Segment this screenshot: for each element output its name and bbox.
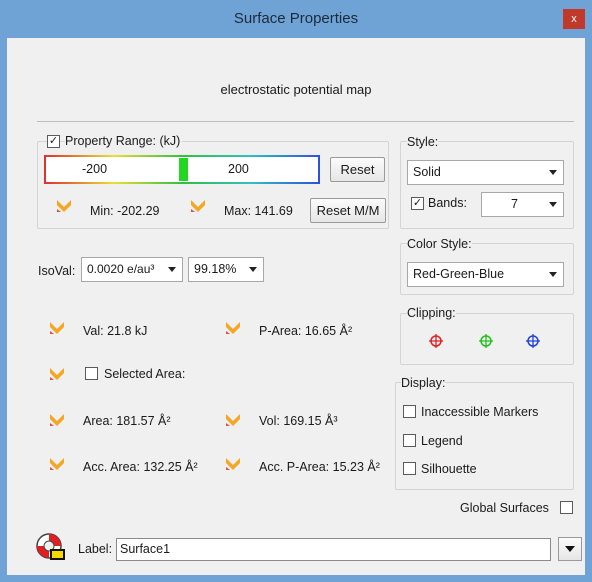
orange-arrow-icon[interactable] [49,412,65,428]
property-range-label: Property Range: (kJ) [65,134,183,148]
property-range-checkbox[interactable]: ✓ [47,135,60,148]
legend-label: Legend [421,434,463,448]
label-menu-button[interactable] [558,537,582,561]
area-text: Area: 181.57 Å² [83,414,171,428]
chevron-down-icon [549,170,557,175]
surface-type-label: electrostatic potential map [220,82,372,97]
max-value: 200 [228,162,249,176]
selected-area-checkbox[interactable] [85,367,98,380]
isoval-value: 0.0020 e/au³ [87,262,155,276]
color-style-value: Red-Green-Blue [413,267,505,281]
orange-arrow-icon[interactable] [56,198,72,214]
green-crosshair-icon[interactable] [479,334,493,348]
inaccessible-markers-checkbox[interactable] [403,405,416,418]
chevron-down-icon [549,202,557,207]
slider-thumb[interactable] [179,158,188,181]
acc-area-text: Acc. Area: 132.25 Å² [83,460,198,474]
orange-arrow-icon[interactable] [225,320,241,336]
clipping-label: Clipping: [407,306,456,320]
display-label: Display: [401,376,446,390]
orange-arrow-icon[interactable] [225,412,241,428]
color-style-label: Color Style: [407,237,472,251]
global-surfaces-checkbox[interactable] [560,501,573,514]
lifebuoy-icon[interactable] [35,532,67,564]
property-range-gradient-slider[interactable]: -200 200 [44,155,320,184]
vol-text: Vol: 169.15 Å³ [259,414,338,428]
min-value: -200 [82,162,108,176]
isoval-label: IsoVal: [38,264,76,278]
style-group-label: Style: [407,135,439,149]
reset-button[interactable]: Reset [330,157,385,182]
min-text: Min: -202.29 [90,204,160,218]
bands-label: Bands: [428,196,467,210]
val-text: Val: 21.8 kJ [83,324,148,338]
color-style-select[interactable]: Red-Green-Blue [407,262,564,287]
close-button[interactable]: x [563,9,585,29]
isoval-percent-select[interactable]: 99.18% [188,257,264,282]
chevron-down-icon [549,272,557,277]
chevron-down-icon [249,267,257,272]
orange-arrow-icon[interactable] [225,456,241,472]
orange-arrow-icon[interactable] [49,456,65,472]
window-title: Surface Properties [233,10,359,27]
silhouette-checkbox[interactable] [403,462,416,475]
orange-arrow-icon[interactable] [49,320,65,336]
bands-select-value: 7 [511,197,518,211]
red-crosshair-icon[interactable] [429,334,443,348]
silhouette-label: Silhouette [421,462,477,476]
legend-checkbox[interactable] [403,434,416,447]
caret-down-icon [565,546,575,552]
selected-area-label: Selected Area: [104,367,186,381]
orange-arrow-icon[interactable] [49,366,65,382]
orange-arrow-icon[interactable] [190,198,206,214]
acc-p-area-text: Acc. P-Area: 15.23 Å² [259,460,380,474]
global-surfaces-label: Global Surfaces [460,501,549,515]
bands-checkbox[interactable]: ✓ [411,197,424,210]
isoval-percent-value: 99.18% [194,262,237,276]
p-area-text: P-Area: 16.65 Å² [259,324,353,338]
isoval-select[interactable]: 0.0020 e/au³ [81,257,183,282]
label-input[interactable]: Surface1 [116,538,551,561]
title-bar: Surface Properties x [0,0,592,38]
style-select[interactable]: Solid [407,160,564,185]
reset-mm-button[interactable]: Reset M/M [310,198,386,223]
label-field-label: Label: [78,542,113,556]
max-text: Max: 141.69 [224,204,293,218]
blue-crosshair-icon[interactable] [526,334,540,348]
inaccessible-markers-label: Inaccessible Markers [421,405,539,419]
chevron-down-icon [168,267,176,272]
divider [37,121,574,122]
style-select-value: Solid [413,165,441,179]
bands-select[interactable]: 7 [481,192,564,217]
